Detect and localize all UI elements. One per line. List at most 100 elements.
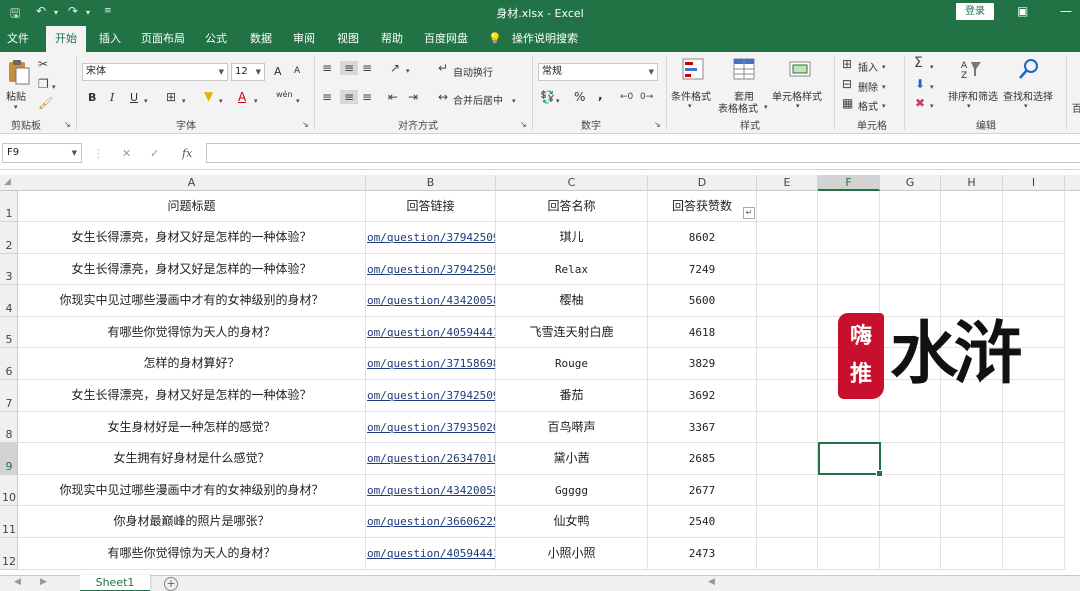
merge-dropdown-icon[interactable]: ▾ <box>512 94 516 108</box>
empty-cell[interactable] <box>757 316 818 349</box>
accounting-dropdown-icon[interactable]: ▾ <box>556 94 560 108</box>
empty-cell[interactable] <box>880 506 941 538</box>
cell-answer-name[interactable]: 飞雪连天射白鹿 <box>496 316 648 349</box>
empty-cell[interactable] <box>1003 191 1065 222</box>
empty-cell[interactable] <box>757 348 818 380</box>
cell-question-title[interactable]: 有哪些你觉得惊为天人的身材？ <box>18 538 366 570</box>
border-icon[interactable]: ⊞ <box>166 90 176 104</box>
empty-cell[interactable] <box>818 222 880 254</box>
column-header-f[interactable]: F <box>818 175 880 191</box>
merge-center-button[interactable]: 合并后居中 <box>453 92 503 107</box>
alignment-launcher-icon[interactable]: ↘ <box>520 118 527 132</box>
insert-dropdown-icon[interactable]: ▾ <box>882 60 886 74</box>
enter-icon[interactable]: ✓ <box>150 147 159 160</box>
delete-dropdown-icon[interactable]: ▾ <box>882 80 886 94</box>
format-as-table-line2[interactable]: 表格格式 <box>718 100 758 115</box>
row-header[interactable]: 7 <box>0 380 18 412</box>
sort-filter-dropdown-icon[interactable]: ▾ <box>967 99 971 113</box>
row-header[interactable]: 9 <box>0 443 18 475</box>
cell-answer-likes[interactable]: 2473 <box>648 538 757 570</box>
conditional-dropdown-icon[interactable]: ▾ <box>688 99 692 113</box>
cell-answer-likes[interactable]: 8602 <box>648 222 757 254</box>
sheet-tab-sheet1[interactable]: Sheet1 <box>80 575 150 591</box>
cell-question-title[interactable]: 女生拥有好身材是什么感觉？ <box>18 443 366 475</box>
orientation-icon[interactable]: ↗ <box>390 61 400 75</box>
cell-question-title[interactable]: 怎样的身材算好？ <box>18 348 366 380</box>
delete-cells-button[interactable]: 删除 <box>858 79 878 94</box>
format-cells-button[interactable]: 格式 <box>858 98 878 113</box>
cell-answer-name[interactable]: 黛小茜 <box>496 443 648 475</box>
empty-cell[interactable] <box>1003 538 1065 570</box>
shrink-font-button[interactable]: A <box>294 66 300 76</box>
column-header-b[interactable]: B <box>366 175 496 191</box>
empty-cell[interactable] <box>941 191 1003 222</box>
wrap-text-button[interactable]: 自动换行 <box>453 64 493 79</box>
empty-cell[interactable] <box>880 222 941 254</box>
empty-cell[interactable] <box>880 191 941 222</box>
next-sheet-icon[interactable]: ▶ <box>40 577 47 587</box>
align-middle-icon[interactable]: ≡ <box>340 61 358 75</box>
insert-cells-button[interactable]: 插入 <box>858 59 878 74</box>
cell-answer-likes[interactable]: 3829 <box>648 348 757 380</box>
align-center-icon[interactable]: ≡ <box>340 90 358 104</box>
cell-question-title[interactable]: 你现实中见过哪些漫画中才有的女神级别的身材？ <box>18 285 366 317</box>
cell-answer-link[interactable]: om/question/37942509 <box>366 380 496 412</box>
cell-answer-likes[interactable]: 3367 <box>648 411 757 444</box>
active-cell-f9[interactable] <box>818 442 883 477</box>
header-cell-title[interactable]: 问题标题 <box>18 191 366 222</box>
tab-page-layout[interactable]: 页面布局 <box>136 26 190 52</box>
row-header[interactable]: 8 <box>0 411 18 444</box>
cell-answer-name[interactable]: 番茄 <box>496 380 648 412</box>
column-header-d[interactable]: D <box>648 175 757 191</box>
font-size-select[interactable]: 12 ▼ <box>231 63 265 81</box>
format-cells-icon[interactable]: ▦ <box>842 96 853 110</box>
cell-answer-likes[interactable]: 3692 <box>648 380 757 412</box>
fill-color-dropdown-icon[interactable]: ▾ <box>219 94 223 108</box>
minimize-icon[interactable]: — <box>1060 4 1072 18</box>
align-top-icon[interactable]: ≡ <box>322 61 332 75</box>
empty-cell[interactable] <box>941 474 1003 507</box>
sort-filter-icon[interactable]: A Z <box>960 58 982 80</box>
tab-file[interactable]: 文件 <box>0 26 36 52</box>
paste-options-icon[interactable]: ↵ <box>743 207 755 219</box>
header-cell-likes[interactable]: 回答获赞数 <box>648 191 757 222</box>
empty-cell[interactable] <box>818 474 880 507</box>
cell-answer-name[interactable]: 百鸟啭声 <box>496 411 648 444</box>
font-name-select[interactable]: 宋体 ▼ <box>82 63 228 81</box>
empty-cell[interactable] <box>757 253 818 286</box>
phonetic-dropdown-icon[interactable]: ▾ <box>296 94 300 108</box>
select-all-icon[interactable]: ◢ <box>4 177 11 187</box>
empty-cell[interactable] <box>941 253 1003 286</box>
cancel-icon[interactable]: ✕ <box>122 147 131 160</box>
cell-answer-link[interactable]: om/question/43420058 <box>366 474 496 507</box>
fill-color-icon[interactable]: ▼ <box>204 89 213 103</box>
conditional-formatting-icon[interactable] <box>682 58 704 80</box>
cell-question-title[interactable]: 女生长得漂亮，身材又好是怎样的一种体验？ <box>18 253 366 286</box>
cell-answer-link[interactable]: om/question/43420058 <box>366 285 496 317</box>
cell-answer-likes[interactable]: 2677 <box>648 474 757 507</box>
increase-decimal-icon[interactable]: ←0 <box>620 90 633 104</box>
row-header[interactable]: 12 <box>0 538 18 570</box>
insert-cells-icon[interactable]: ⊞ <box>842 57 852 71</box>
empty-cell[interactable] <box>941 411 1003 444</box>
cell-answer-link[interactable]: om/question/37158698 <box>366 348 496 380</box>
paste-icon[interactable] <box>7 58 31 86</box>
cell-answer-link[interactable]: om/question/37935020 <box>366 411 496 444</box>
cell-question-title[interactable]: 女生长得漂亮，身材又好是怎样的一种体验？ <box>18 222 366 254</box>
find-select-icon[interactable] <box>1018 58 1040 80</box>
find-select-dropdown-icon[interactable]: ▾ <box>1024 99 1028 113</box>
row-header[interactable]: 3 <box>0 253 18 286</box>
cell-answer-likes[interactable]: 5600 <box>648 285 757 317</box>
cell-answer-link[interactable]: om/question/36606225 <box>366 506 496 538</box>
login-button[interactable]: 登录 <box>956 3 994 20</box>
row-header[interactable]: 10 <box>0 474 18 507</box>
empty-cell[interactable] <box>818 191 880 222</box>
format-painter-icon[interactable]: 🖌 <box>38 96 53 110</box>
clear-dropdown-icon[interactable]: ▾ <box>930 99 934 113</box>
tab-review[interactable]: 审阅 <box>286 26 322 52</box>
cell-answer-name[interactable]: Rouge <box>496 348 648 380</box>
fill-icon[interactable]: ⬇ <box>915 77 925 91</box>
delete-cells-icon[interactable]: ⊟ <box>842 77 852 91</box>
cell-styles-icon[interactable] <box>789 58 811 80</box>
empty-cell[interactable] <box>757 222 818 254</box>
